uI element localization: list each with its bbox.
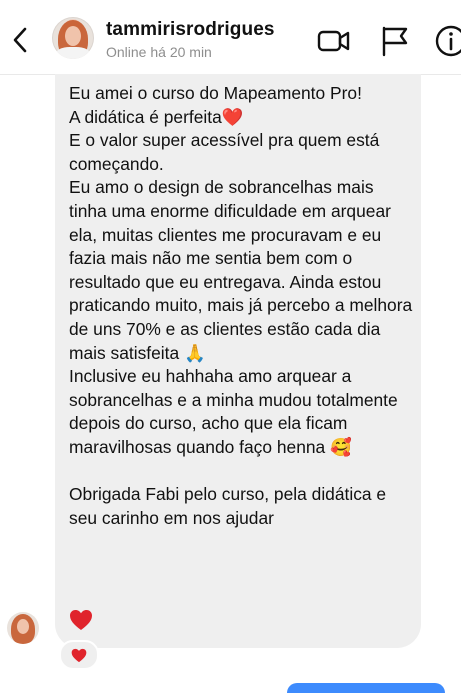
chat-header: tammirisrodrigues Online há 20 min — [0, 0, 461, 75]
username[interactable]: tammirisrodrigues — [106, 19, 275, 41]
chevron-left-icon — [13, 27, 27, 53]
report-flag-button[interactable] — [378, 24, 412, 58]
video-call-icon — [317, 30, 350, 52]
message-text: Eu amei o curso do Mapeamento Pro! A did… — [69, 83, 413, 528]
heart-emoji — [69, 609, 93, 631]
video-call-button[interactable] — [317, 24, 351, 58]
info-icon — [435, 25, 461, 57]
sender-avatar[interactable] — [7, 612, 39, 644]
info-button[interactable] — [434, 24, 461, 58]
profile-avatar[interactable] — [52, 17, 94, 59]
heart-icon — [71, 648, 87, 662]
outgoing-message-edge — [287, 683, 445, 693]
flag-icon — [382, 26, 408, 57]
heart-reaction[interactable] — [59, 640, 99, 670]
avatar-shirt — [56, 47, 90, 59]
heart-icon — [70, 610, 92, 630]
avatar-face — [17, 619, 29, 634]
online-status: Online há 20 min — [106, 44, 212, 60]
back-button[interactable] — [6, 24, 34, 56]
avatar-face — [65, 26, 81, 46]
